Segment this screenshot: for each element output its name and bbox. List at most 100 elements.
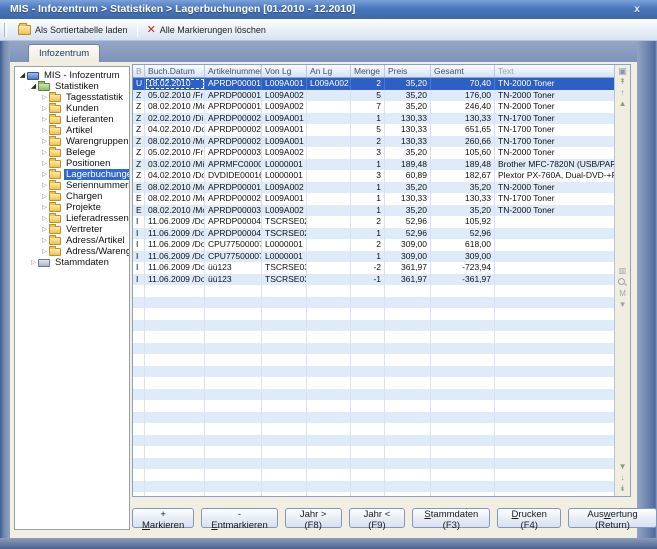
tree-item-tagesstatistik[interactable]: ▷Tagesstatistik — [15, 92, 129, 103]
expanded-arrow-icon[interactable]: ◢ — [18, 70, 27, 81]
tree-item-lieferanten[interactable]: ▷Lieferanten — [15, 114, 129, 125]
page-up-icon[interactable]: ▲ — [619, 100, 627, 108]
collapsed-arrow-icon[interactable]: ▷ — [40, 92, 49, 103]
cell-artikelnummer — [205, 320, 262, 332]
collapsed-arrow-icon[interactable]: ▷ — [29, 257, 38, 268]
collapsed-arrow-icon[interactable]: ▷ — [40, 191, 49, 202]
cell-status — [133, 377, 145, 389]
search-icon[interactable] — [618, 278, 627, 287]
cell-text: TN-2000 Toner — [495, 90, 615, 102]
table-row[interactable]: U18.02.2010APRDP00001L009A001L009A002235… — [133, 78, 614, 90]
collapsed-arrow-icon[interactable]: ▷ — [40, 235, 49, 246]
table-row[interactable]: I11.06.2009 /DoCPU77500007L00000011309,0… — [133, 251, 614, 263]
collapsed-arrow-icon[interactable]: ▷ — [40, 224, 49, 235]
table-row[interactable]: Z04.02.2010 /DoAPRDP00002L009A0015130,33… — [133, 124, 614, 136]
col-header-anlg[interactable]: An Lg — [307, 65, 351, 77]
tree-item-label: Chargen — [64, 191, 104, 202]
collapsed-arrow-icon[interactable]: ▷ — [40, 103, 49, 114]
col-header-text[interactable]: Text — [495, 65, 615, 77]
cell-buchdatum — [145, 446, 205, 458]
cell-status — [133, 308, 145, 320]
tree-item-belege[interactable]: ▷Belege — [15, 147, 129, 158]
masterdata-button[interactable]: Stammdaten (F3) — [412, 508, 490, 528]
cell-menge: 1 — [351, 205, 385, 217]
cell-preis: 35,20 — [385, 205, 431, 217]
tree-item-kunden[interactable]: ▷Kunden — [15, 103, 129, 114]
scroll-to-top-icon[interactable]: ↟ — [619, 78, 626, 86]
cell-vonlg: L009A002 — [262, 182, 307, 194]
collapsed-arrow-icon[interactable]: ▷ — [40, 202, 49, 213]
tree-item-lieferadressen[interactable]: ▷Lieferadressen — [15, 213, 129, 224]
filter-icon[interactable]: ▼ — [619, 301, 627, 309]
table-row[interactable]: Z05.02.2010 /FrAPRDP00003L009A002335,201… — [133, 147, 614, 159]
close-icon[interactable]: x — [629, 0, 645, 17]
tree-item-artikel[interactable]: ▷Artikel — [15, 125, 129, 136]
print-button[interactable]: Drucken (F4) — [497, 508, 561, 528]
tree-item-chargen[interactable]: ▷ Chargen — [15, 191, 129, 202]
collapsed-arrow-icon[interactable]: ▷ — [40, 125, 49, 136]
col-header-buchdatum[interactable]: Buch.Datum — [145, 65, 205, 77]
collapsed-arrow-icon[interactable]: ▷ — [40, 169, 49, 180]
col-header-menge[interactable]: Menge — [351, 65, 385, 77]
page-down-icon[interactable]: ▼ — [619, 463, 627, 471]
scroll-down-icon[interactable]: ↓ — [621, 474, 625, 482]
table-row[interactable]: I11.06.2009 /Doüü123TSCRSE03-1361,97-361… — [133, 274, 614, 286]
table-row[interactable]: E08.02.2010 /MoAPRDP00002L009A0011130,33… — [133, 193, 614, 205]
col-header-vonlg[interactable]: Von Lg — [262, 65, 307, 77]
table-row[interactable]: E08.02.2010 /MoAPRDP00001L009A002135,203… — [133, 182, 614, 194]
mark-button[interactable]: + Markieren — [132, 508, 194, 528]
table-row[interactable]: E08.02.2010 /MoAPRDP00003L009A002135,203… — [133, 205, 614, 217]
columns-icon[interactable]: ▥ — [619, 267, 627, 275]
cell-status: U — [133, 78, 145, 90]
tree-item-vertreter[interactable]: ▷Vertreter — [15, 224, 129, 235]
evaluate-button[interactable]: Auswertung (Return) — [568, 508, 657, 528]
cell-artikelnummer: APRMFC00001 — [205, 159, 262, 171]
tree-item-seriennummern[interactable]: ▷Seriennummern — [15, 180, 129, 191]
collapsed-arrow-icon[interactable]: ▷ — [40, 114, 49, 125]
column-chooser-icon[interactable]: ▣ — [618, 67, 627, 75]
table-row[interactable]: Z04.02.2010 /DoDVDIDE00016L0000001360,89… — [133, 170, 614, 182]
col-header-preis[interactable]: Preis — [385, 65, 431, 77]
mark-icon[interactable]: M — [619, 290, 626, 298]
tree-item-mis-infozentrum[interactable]: ◢MIS - Infozentrum — [15, 70, 129, 81]
tree-item-warengruppen[interactable]: ▷Warengruppen — [15, 136, 129, 147]
unmark-button[interactable]: - Entmarkieren — [201, 508, 278, 528]
tab-infozentrum[interactable]: Infozentrum — [28, 44, 100, 62]
table-row[interactable]: Z08.02.2010 /MoAPRDP00001L009A002735,202… — [133, 101, 614, 113]
col-header-artikelnummer[interactable]: Artikelnummer — [205, 65, 262, 77]
table-row[interactable]: Z02.02.2010 /DiAPRDP00002L009A0011130,33… — [133, 113, 614, 125]
cell-artikelnummer — [205, 297, 262, 309]
scroll-up-icon[interactable]: ↑ — [621, 89, 625, 97]
year-prev-button[interactable]: Jahr < (F9) — [349, 508, 406, 528]
tree-item-statistiken[interactable]: ◢Statistiken — [15, 81, 129, 92]
tree-item-stammdaten[interactable]: ▷Stammdaten — [15, 257, 129, 268]
col-header-gesamt[interactable]: Gesamt — [431, 65, 495, 77]
year-next-button[interactable]: Jahr > (F8) — [285, 508, 342, 528]
table-row[interactable]: I11.06.2009 /DoCPU77500007L00000012309,0… — [133, 239, 614, 251]
collapsed-arrow-icon[interactable]: ▷ — [40, 136, 49, 147]
tree-item-lagerbuchungen[interactable]: ▷Lagerbuchungen — [15, 169, 129, 180]
tree-item-positionen[interactable]: ▷Positionen — [15, 158, 129, 169]
col-header-status[interactable]: B — [133, 65, 145, 77]
table-row[interactable]: I11.06.2009 /DoAPRDP00004TSCRSE02152,965… — [133, 228, 614, 240]
window-frame-right — [637, 41, 657, 538]
table-row[interactable]: Z03.02.2010 /MiAPRMFC00001L00000011189,4… — [133, 159, 614, 171]
tree-item-adress-warengruppen[interactable]: ▷Adress/Warengruppen — [15, 246, 129, 257]
collapsed-arrow-icon[interactable]: ▷ — [40, 246, 49, 257]
cell-gesamt — [431, 469, 495, 481]
collapsed-arrow-icon[interactable]: ▷ — [40, 147, 49, 158]
scroll-to-bottom-icon[interactable]: ↡ — [619, 485, 626, 493]
tree-item-adress-artikel[interactable]: ▷Adress/Artikel — [15, 235, 129, 246]
table-row[interactable]: I11.06.2009 /Doüü123TSCRSE03-2361,97-723… — [133, 262, 614, 274]
collapsed-arrow-icon[interactable]: ▷ — [40, 158, 49, 169]
collapsed-arrow-icon[interactable]: ▷ — [40, 180, 49, 191]
expanded-arrow-icon[interactable]: ◢ — [29, 81, 38, 92]
load-sort-table-button[interactable]: Als Sortiertabelle laden — [12, 21, 134, 39]
clear-marks-button[interactable]: ✕ Alle Markierungen löschen — [141, 21, 272, 39]
cell-preis: 361,97 — [385, 274, 431, 286]
tree-item-projekte[interactable]: ▷Projekte — [15, 202, 129, 213]
collapsed-arrow-icon[interactable]: ▷ — [40, 213, 49, 224]
table-row[interactable]: Z05.02.2010 /FrAPRDP00001L009A002535,201… — [133, 90, 614, 102]
table-row[interactable]: Z08.02.2010 /MoAPRDP00002L009A0012130,33… — [133, 136, 614, 148]
table-row[interactable]: I11.06.2009 /DoAPRDP00004TSCRSE02252,961… — [133, 216, 614, 228]
